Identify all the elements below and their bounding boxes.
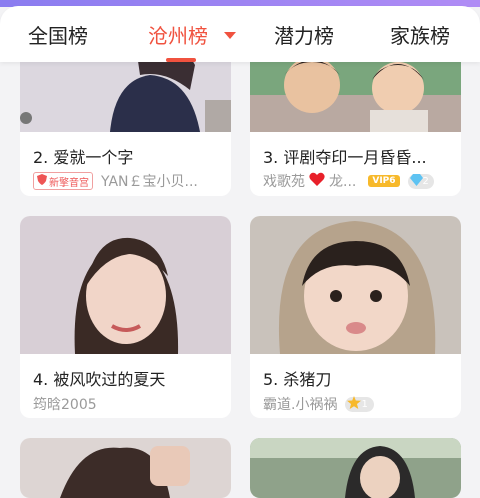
song-card[interactable]: 5. 杀猪刀 霸道.小祸祸 1 bbox=[250, 216, 461, 418]
family-badge-label: 新擎音宫 bbox=[49, 177, 89, 189]
heart-icon bbox=[309, 172, 325, 190]
song-card[interactable] bbox=[250, 438, 461, 498]
star-count-value: 1 bbox=[361, 398, 368, 410]
song-card[interactable]: 4. 被风吹过的夏天 筠晗2005 bbox=[20, 216, 231, 418]
active-tab-indicator bbox=[166, 58, 196, 62]
singer-name: 筠晗2005 bbox=[33, 397, 97, 413]
tab-cangzhou[interactable]: 沧州榜 bbox=[148, 20, 208, 49]
star-icon bbox=[347, 396, 362, 412]
shield-icon bbox=[37, 174, 47, 188]
diamond-icon bbox=[409, 173, 423, 189]
tab-national[interactable]: 全国榜 bbox=[28, 20, 88, 49]
tab-potential[interactable]: 潜力榜 bbox=[274, 20, 334, 49]
diamond-count: 2 bbox=[407, 173, 434, 189]
singer-name: YAN￡宝小贝... bbox=[101, 174, 198, 190]
cover-image bbox=[250, 216, 461, 354]
song-card[interactable]: 2. 爱就一个字 新擎音宫 YAN￡宝小贝... bbox=[20, 40, 231, 196]
family-badge: 新擎音宫 bbox=[33, 172, 93, 190]
singer-row: 戏歌苑 龙... VIP6 2 bbox=[263, 171, 434, 191]
song-title: 3. 评剧夺印一月昏昏... bbox=[263, 148, 427, 167]
star-count: 1 bbox=[345, 396, 374, 412]
diamond-count-value: 2 bbox=[422, 175, 429, 187]
tab-family[interactable]: 家族榜 bbox=[390, 20, 450, 49]
ranking-tabs: 全国榜 沧州榜 潜力榜 家族榜 bbox=[0, 6, 480, 62]
cover-image bbox=[20, 438, 231, 498]
cover-image bbox=[250, 438, 461, 498]
singer-row: 霸道.小祸祸 1 bbox=[263, 394, 374, 414]
singer-name-suffix: 龙... bbox=[329, 174, 357, 190]
song-title: 5. 杀猪刀 bbox=[263, 370, 332, 389]
song-card[interactable] bbox=[20, 438, 231, 498]
vip-badge: VIP6 bbox=[368, 175, 400, 187]
singer-row: 筠晗2005 bbox=[33, 394, 97, 414]
song-title: 4. 被风吹过的夏天 bbox=[33, 370, 166, 389]
song-card[interactable]: 3. 评剧夺印一月昏昏... 戏歌苑 龙... VIP6 2 bbox=[250, 40, 461, 196]
singer-name: 霸道.小祸祸 bbox=[263, 397, 338, 413]
singer-name: 戏歌苑 bbox=[263, 174, 305, 190]
singer-row: 新擎音宫 YAN￡宝小贝... bbox=[33, 171, 198, 191]
song-title: 2. 爱就一个字 bbox=[33, 148, 134, 167]
cover-image bbox=[20, 216, 231, 354]
chevron-down-icon[interactable] bbox=[224, 32, 236, 39]
